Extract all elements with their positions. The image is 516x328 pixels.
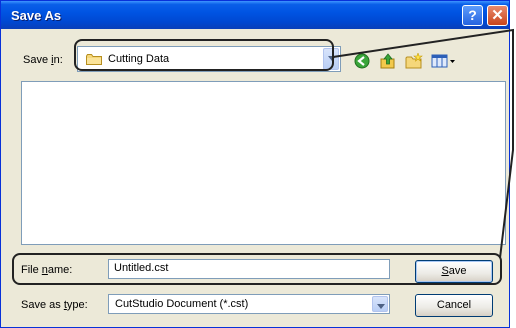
save-as-type-dropdown-arrow[interactable] <box>372 296 388 312</box>
save-in-label: Save in: <box>23 54 63 66</box>
up-folder-icon[interactable] <box>379 53 397 69</box>
help-button[interactable]: ? <box>462 5 483 26</box>
views-menu-icon[interactable] <box>431 53 457 69</box>
back-icon[interactable] <box>353 53 371 69</box>
file-list[interactable] <box>21 81 506 245</box>
cancel-button[interactable]: Cancel <box>415 294 493 317</box>
save-in-highlight <box>74 39 334 71</box>
file-name-highlight <box>12 253 502 285</box>
window-title: Save As <box>11 8 62 23</box>
new-folder-icon[interactable] <box>405 53 423 69</box>
title-bar[interactable]: Save As ? ✕ <box>1 1 509 29</box>
save-as-type-label: Save as type: <box>21 299 88 311</box>
save-as-type-dropdown[interactable]: CutStudio Document (*.cst) <box>108 294 390 314</box>
save-as-type-value: CutStudio Document (*.cst) <box>115 298 249 310</box>
close-button[interactable]: ✕ <box>487 5 508 26</box>
